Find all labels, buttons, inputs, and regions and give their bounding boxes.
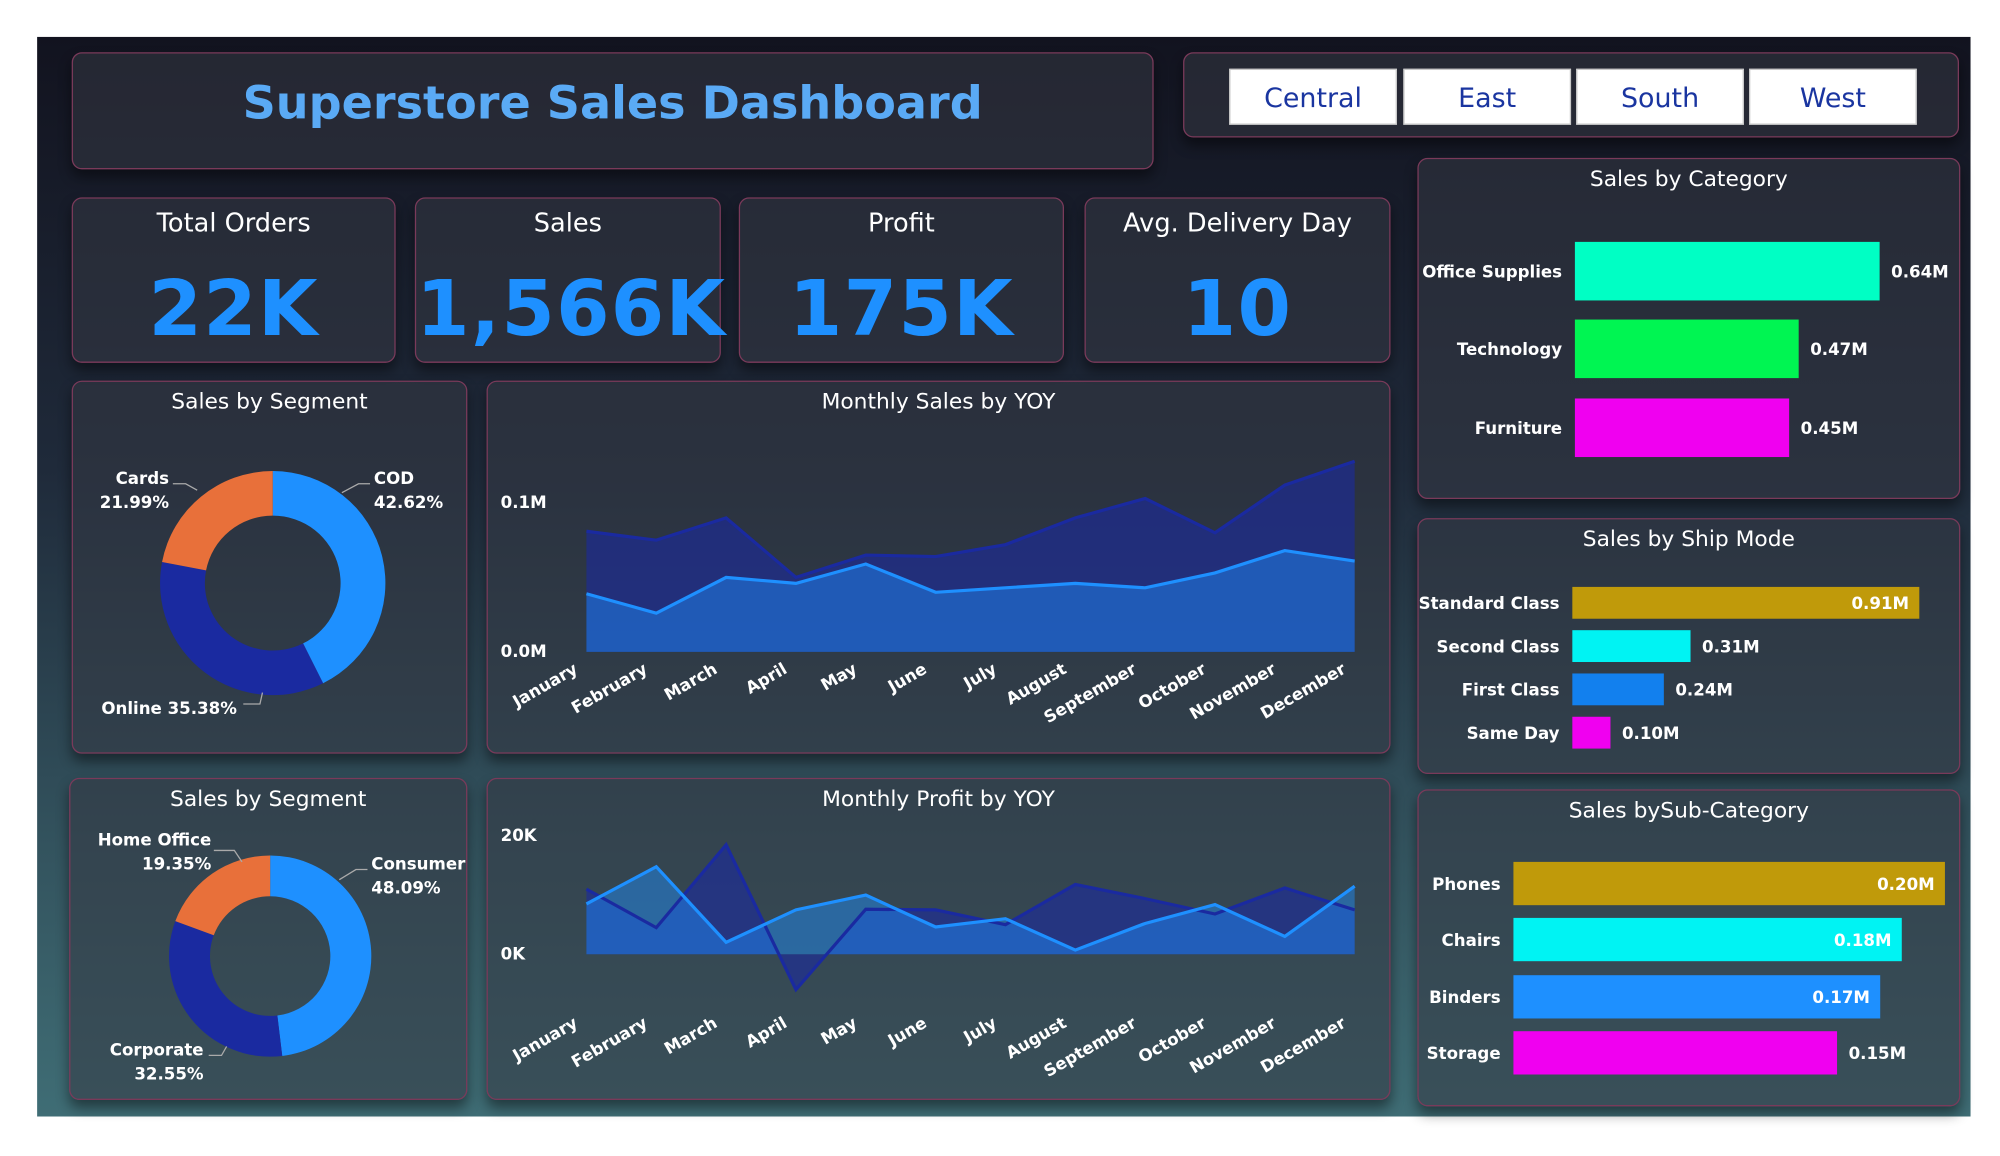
x-tick-label: March [661, 659, 720, 704]
y-tick-label: 20K [501, 826, 538, 845]
bar-category-label: Same Day [1467, 724, 1560, 743]
kpi-value: 10 [1182, 264, 1293, 354]
x-tick-label: February [568, 1013, 651, 1071]
donut-chart-payment: COD 42.62% Online 35.38% Cards 21.99% [100, 469, 444, 718]
leader-line [341, 483, 371, 494]
kpi-title: Avg. Delivery Day [1123, 207, 1352, 239]
bar-category-label: Storage [1427, 1044, 1501, 1063]
subcategory-bar-chart: Phones 0.20M Chairs 0.18M Binders 0.17M Storag… [1427, 861, 1945, 1075]
kpi-card-profit: Profit 175K [738, 197, 1065, 363]
bar-value-label: 0.15M [1849, 1044, 1907, 1063]
x-tick-label: July [959, 1013, 999, 1047]
slice-value: 19.35% [142, 855, 212, 874]
slice-value: 21.99% [100, 493, 170, 512]
region-button-central[interactable]: Central [1229, 68, 1397, 125]
sales-by-category-panel: Sales by Category Office Supplies 0.64M Te… [1417, 157, 1961, 500]
x-tick-label: May [818, 659, 861, 694]
sales-by-ship-mode-panel: Sales by Ship Mode Standard Class 0.91M Se… [1417, 518, 1961, 775]
kpi-title: Profit [867, 207, 935, 239]
bar-category-label: First Class [1462, 681, 1560, 700]
region-button-east[interactable]: East [1403, 68, 1572, 125]
slice-name: Corporate [110, 1040, 204, 1059]
y-tick-label: 0.0M [501, 642, 547, 661]
bar-storage[interactable] [1513, 1031, 1838, 1075]
segment-customer-chart-panel: Sales by Segment Consumer 48.09% Corporate… [69, 777, 468, 1100]
kpi-value: 22K [148, 264, 319, 354]
x-tick-label: June [884, 1013, 930, 1050]
y-tick-label: 0K [501, 944, 527, 963]
leader-line [213, 849, 243, 863]
bar-category-label: Furniture [1475, 419, 1562, 438]
kpi-title: Sales [533, 207, 602, 239]
kpi-value: 1,566K [416, 264, 727, 354]
monthly-sales-area-chart: 0.0M0.1MJanuaryFebruary March April May June… [501, 459, 1356, 727]
bar-technology[interactable] [1574, 319, 1799, 379]
y-tick-label: 0.1M [501, 493, 547, 512]
dashboard-stage: Superstore Sales Dashboard Central East … [0, 0, 2000, 1156]
slice-value: 32.55% [134, 1065, 204, 1084]
bar-value-label: 0.31M [1702, 638, 1760, 657]
donut-chart-customer: Consumer 48.09% Corporate 32.55% Home Office… [98, 830, 466, 1084]
slice-name: Consumer [371, 855, 466, 874]
bar-value-label: 0.24M [1675, 681, 1733, 700]
bar-category-label: Office Supplies [1422, 263, 1562, 282]
leader-line [172, 483, 198, 491]
kpi-card-avg-delivery: Avg. Delivery Day 10 [1084, 197, 1391, 363]
x-tick-label: April [742, 659, 790, 697]
page-title: Superstore Sales Dashboard [242, 77, 983, 130]
x-tick-label: July [959, 659, 999, 693]
segment-payment-chart-panel: Sales by Segment COD 42.62% Online 35.38% C… [71, 380, 468, 754]
region-slicer: Central East South West [1183, 52, 1960, 138]
leader-line [208, 1046, 228, 1057]
slice-name: Home Office [98, 830, 212, 849]
bar-value-label: 0.18M [1834, 931, 1892, 950]
kpi-card-total-orders: Total Orders 22K [71, 197, 396, 363]
bar-value-label: 0.91M [1852, 594, 1910, 613]
bar-second-class[interactable] [1572, 630, 1691, 663]
bar-category-label: Binders [1429, 988, 1501, 1007]
x-tick-label: April [742, 1013, 790, 1051]
slice-name: Cards [116, 469, 170, 488]
bar-value-label: 0.10M [1622, 724, 1680, 743]
bar-office-supplies[interactable] [1574, 241, 1880, 301]
monthly-sales-chart-panel: Monthly Sales by YOY 0.0M 0.1M January Febr… [486, 380, 1391, 754]
leader-line [338, 868, 368, 881]
sales-by-subcategory-panel: Sales bySub-Category Phones 0.20M Chairs 0.… [1417, 789, 1961, 1107]
bar-category-label: Standard Class [1419, 594, 1560, 613]
bar-value-label: 0.45M [1801, 419, 1859, 438]
monthly-profit-area-chart: 0K20KJanuaryFebruary March April May June Jul… [501, 826, 1356, 1081]
bar-category-label: Chairs [1442, 931, 1501, 950]
donut-slice-corporate[interactable] [169, 921, 283, 1057]
bar-furniture[interactable] [1574, 398, 1790, 458]
bar-value-label: 0.64M [1891, 263, 1949, 282]
kpi-title: Total Orders [156, 207, 311, 239]
region-button-west[interactable]: West [1749, 68, 1917, 125]
x-tick-label: June [884, 659, 930, 696]
bar-category-label: Second Class [1437, 638, 1560, 657]
ship-mode-bar-chart: Standard Class 0.91M Second Class 0.31M Firs… [1419, 586, 1920, 749]
x-tick-label: March [661, 1013, 720, 1058]
donut-slice-online[interactable] [160, 562, 324, 696]
slice-value: 48.09% [371, 879, 441, 898]
kpi-card-sales: Sales 1,566K [414, 197, 727, 363]
slice-value: 42.62% [374, 493, 444, 512]
x-tick-label: February [568, 659, 651, 717]
slice-label: Online 35.38% [101, 699, 237, 718]
monthly-profit-chart-panel: Monthly Profit by YOY 0K 20K January Februa… [486, 777, 1391, 1100]
donut-slice-consumer[interactable] [270, 855, 372, 1056]
kpi-value: 175K [788, 264, 1014, 354]
donut-slice-cards[interactable] [162, 471, 273, 571]
x-tick-label: May [818, 1013, 861, 1048]
bar-value-label: 0.17M [1812, 988, 1870, 1007]
region-button-south[interactable]: South [1576, 68, 1744, 125]
bar-value-label: 0.20M [1877, 875, 1935, 894]
header-panel: Superstore Sales Dashboard [71, 52, 1154, 170]
slice-name: COD [374, 469, 414, 488]
category-bar-chart: Office Supplies 0.64M Technology 0.47M Furni… [1422, 241, 1949, 458]
bar-first-class[interactable] [1572, 673, 1664, 706]
bar-category-label: Phones [1432, 875, 1501, 894]
bar-value-label: 0.47M [1810, 340, 1868, 359]
bar-category-label: Technology [1457, 340, 1562, 359]
bar-same-day[interactable] [1572, 716, 1611, 749]
